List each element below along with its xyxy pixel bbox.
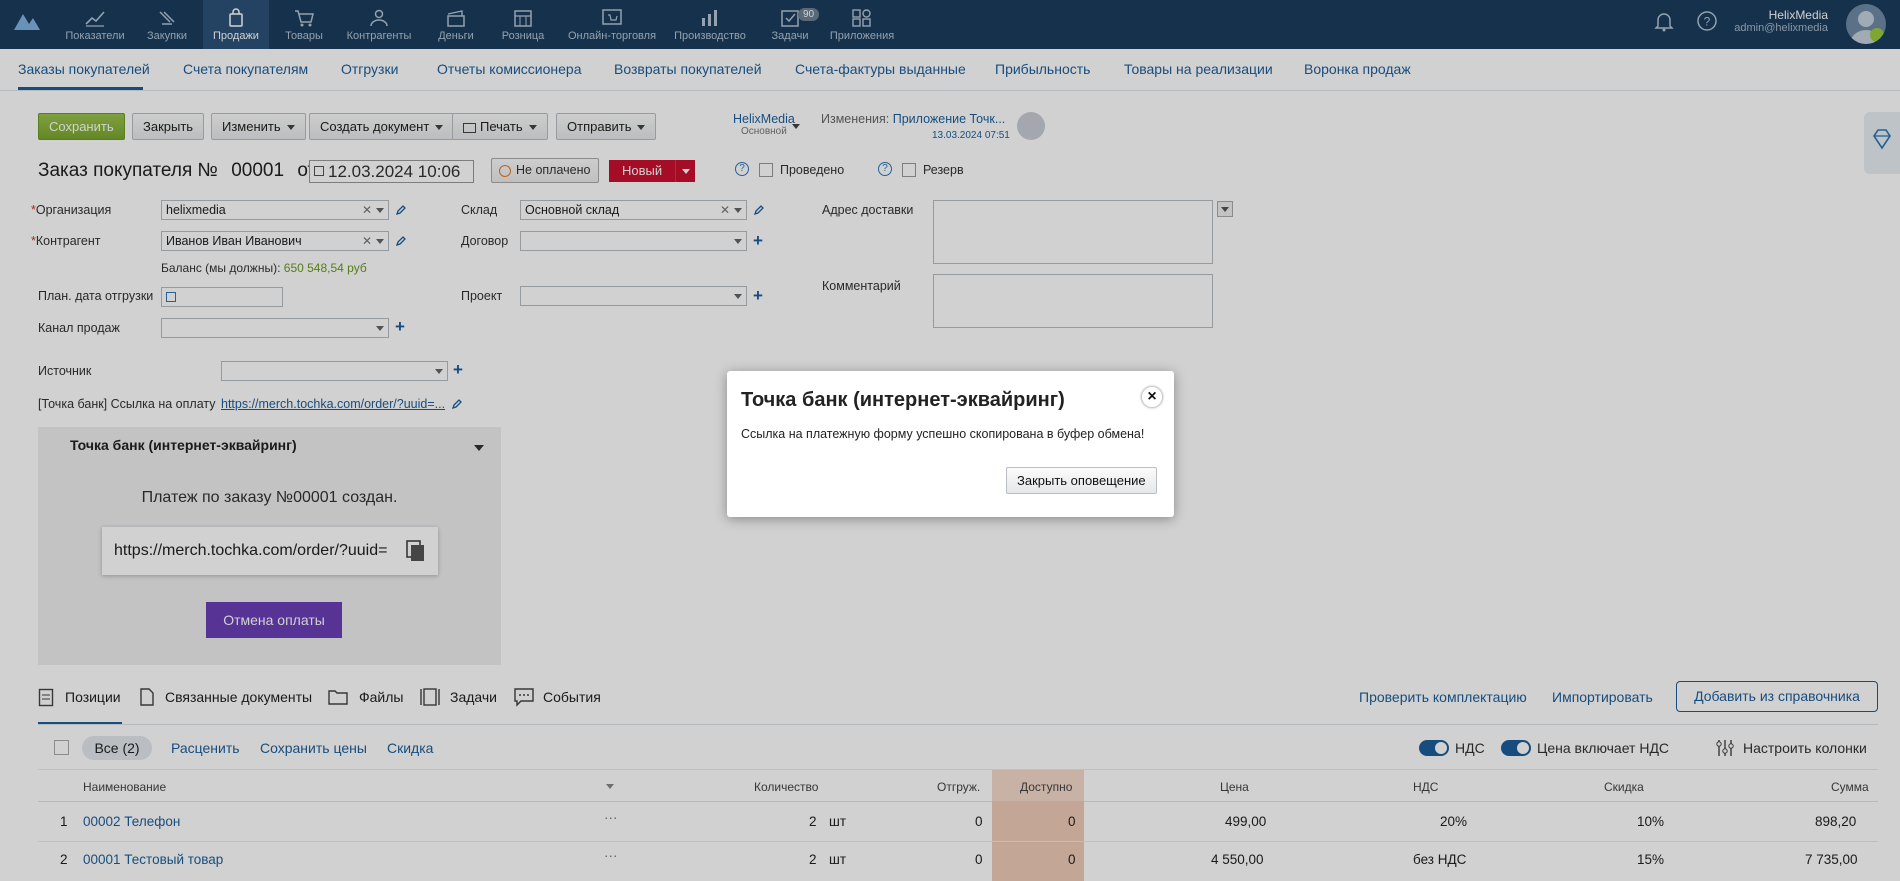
notification-dialog: Точка банк (интернет-эквайринг) × Ссылка… (727, 371, 1174, 517)
dialog-message: Ссылка на платежную форму успешно скопир… (741, 427, 1145, 441)
close-notification-button[interactable]: Закрыть оповещение (1006, 467, 1157, 494)
close-icon[interactable]: × (1141, 386, 1163, 408)
dialog-title: Точка банк (интернет-эквайринг) (741, 389, 1065, 411)
